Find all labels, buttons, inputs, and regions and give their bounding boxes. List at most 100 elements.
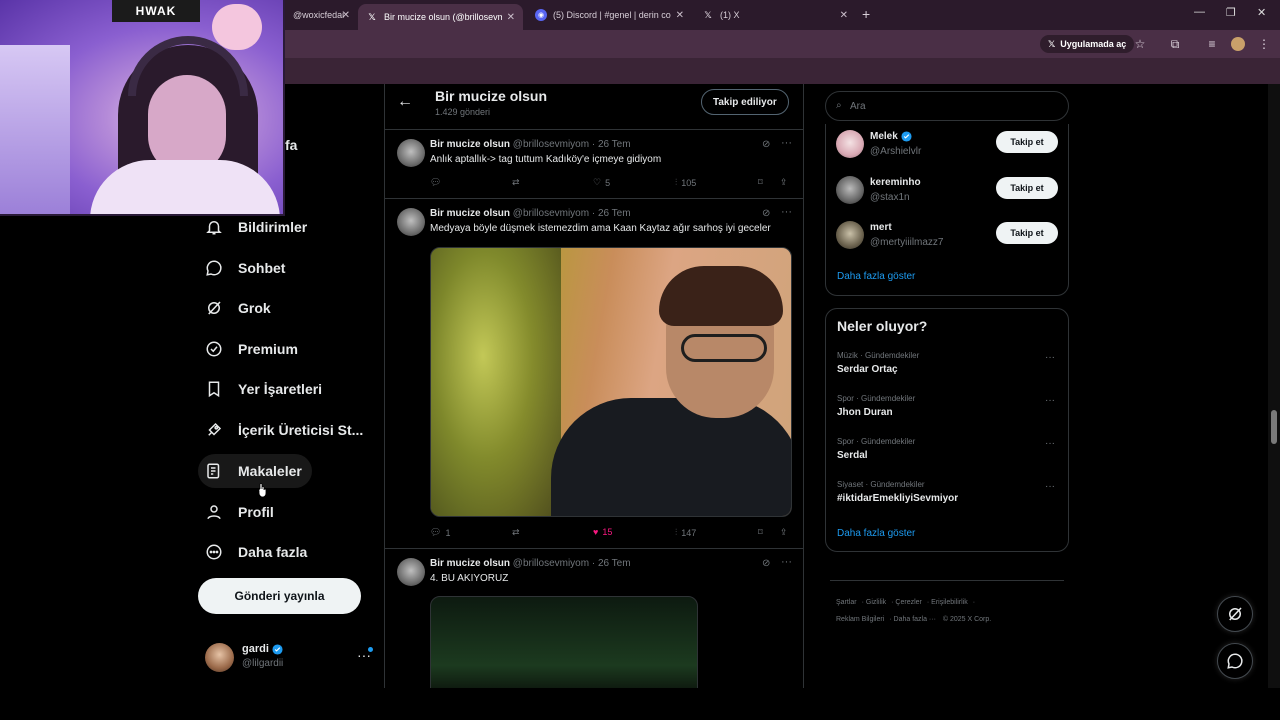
page-scrollbar[interactable] bbox=[1268, 84, 1280, 688]
footer-link[interactable]: Şartlar bbox=[836, 599, 857, 606]
trend-item[interactable]: Spor · Gündemdekiler Jhon Duran ··· bbox=[837, 394, 1059, 424]
footer-link[interactable]: Erişilebilirlik bbox=[931, 599, 968, 606]
x-logo-icon: 𝕏 bbox=[1048, 38, 1056, 49]
follow-suggestion[interactable]: kereminho @stax1n Takip et bbox=[836, 174, 1060, 210]
bookmark-button[interactable]: ⌑ bbox=[758, 527, 763, 538]
new-tab-icon[interactable]: + bbox=[862, 6, 870, 22]
tab-discord[interactable]: ◉ (5) Discord | #genel | derin comm ✕ bbox=[527, 4, 692, 26]
more-icon[interactable]: ··· bbox=[1045, 395, 1055, 406]
media-icon[interactable]: ≡ bbox=[1204, 36, 1220, 52]
share-button[interactable]: ⇪ bbox=[780, 527, 788, 538]
tab-x[interactable]: 𝕏 (1) X ✕ bbox=[694, 4, 856, 26]
follow-button[interactable]: Takip et bbox=[996, 177, 1058, 199]
footer-link[interactable]: Çerezler bbox=[895, 599, 921, 606]
trend-category: Müzik · Gündemdekiler bbox=[837, 351, 920, 360]
retweet-button[interactable]: ⇄ bbox=[512, 177, 524, 188]
nav-item-profile[interactable]: Profil bbox=[198, 495, 284, 529]
open-in-app-button[interactable]: 𝕏 Uygulamada aç bbox=[1040, 35, 1135, 53]
suggestion-handle: @mertyiiilmazz7 bbox=[870, 237, 944, 248]
tab-bir-mucize-olsun[interactable]: 𝕏 Bir mucize olsun (@brillosevmiyom ✕ bbox=[358, 4, 523, 30]
avatar[interactable] bbox=[836, 130, 864, 158]
tweet-photo[interactable] bbox=[430, 247, 792, 517]
grok-icon[interactable]: ⊘ bbox=[762, 558, 770, 569]
avatar[interactable] bbox=[397, 139, 425, 167]
avatar[interactable] bbox=[836, 176, 864, 204]
nav-item-grok[interactable]: Grok bbox=[198, 291, 281, 325]
nav-item-chat[interactable]: Sohbet bbox=[198, 251, 295, 285]
grok-icon[interactable]: ⊘ bbox=[762, 208, 770, 219]
follow-button[interactable]: Takip et bbox=[996, 222, 1058, 244]
views-button[interactable]: ⫶ 147 bbox=[675, 527, 696, 538]
close-icon[interactable]: ✕ bbox=[342, 10, 350, 21]
close-icon[interactable]: ✕ bbox=[676, 10, 684, 21]
tweet[interactable]: Bir mucize olsun @brillosevmiyom · 26 Te… bbox=[385, 200, 803, 549]
more-icon[interactable]: ··· bbox=[781, 206, 792, 218]
following-button[interactable]: Takip ediliyor bbox=[701, 89, 789, 115]
like-button[interactable]: ♡ 5 bbox=[593, 177, 610, 188]
more-icon[interactable]: ··· bbox=[1045, 481, 1055, 492]
post-button[interactable]: Gönderi yayınla bbox=[198, 578, 361, 614]
messages-fab-button[interactable] bbox=[1217, 643, 1253, 679]
avatar[interactable] bbox=[397, 208, 425, 236]
more-icon[interactable]: ··· bbox=[781, 137, 792, 149]
account-switcher[interactable]: gardi @lilgardii ··· bbox=[205, 641, 377, 677]
like-button[interactable]: ♥ 15 bbox=[593, 527, 612, 537]
maximize-icon[interactable]: ❐ bbox=[1226, 6, 1236, 19]
follow-suggestion[interactable]: mert @mertyiiilmazz7 Takip et bbox=[836, 219, 1060, 255]
star-icon[interactable]: ☆ bbox=[1132, 36, 1148, 52]
extensions-icon[interactable]: ⧉ bbox=[1167, 36, 1183, 52]
nav-partial-label[interactable]: fa bbox=[285, 137, 297, 153]
menu-icon[interactable]: ⋮ bbox=[1256, 36, 1272, 52]
bookmark-button[interactable]: ⌑ bbox=[758, 177, 763, 188]
tweet-meta: Bir mucize olsun @brillosevmiyom · 26 Te… bbox=[430, 558, 631, 569]
close-window-icon[interactable]: ✕ bbox=[1257, 6, 1266, 19]
close-icon[interactable]: ✕ bbox=[840, 10, 848, 21]
like-count: 5 bbox=[605, 177, 611, 188]
minimize-icon[interactable]: — bbox=[1194, 6, 1205, 18]
tab-woxicfedai[interactable]: @woxicfedai ✕ bbox=[285, 4, 358, 26]
reply-button[interactable]: 💬︎ bbox=[430, 177, 445, 188]
reply-button[interactable]: 💬︎ 1 bbox=[430, 527, 450, 538]
back-arrow-icon[interactable]: ← bbox=[397, 93, 413, 111]
footer-link[interactable]: Daha fazla ··· bbox=[894, 616, 936, 623]
trend-item[interactable]: Spor · Gündemdekiler Serdal ··· bbox=[837, 437, 1059, 467]
retweet-button[interactable]: ⇄ bbox=[512, 527, 524, 538]
search-input[interactable]: ⌕ Ara bbox=[825, 91, 1069, 121]
scrollbar-thumb[interactable] bbox=[1271, 410, 1277, 444]
trend-item[interactable]: Müzik · Gündemdekiler Serdar Ortaç ··· bbox=[837, 351, 1059, 381]
avatar[interactable] bbox=[836, 221, 864, 249]
avatar[interactable] bbox=[397, 558, 425, 586]
more-icon[interactable]: ··· bbox=[1045, 352, 1055, 363]
tweet-author[interactable]: Bir mucize olsun bbox=[430, 208, 510, 219]
follow-button[interactable]: Takip et bbox=[996, 131, 1058, 153]
nav-item-premium[interactable]: Premium bbox=[198, 332, 308, 366]
nav-label: Grok bbox=[238, 300, 271, 316]
nav-item-more[interactable]: Daha fazla bbox=[198, 535, 317, 569]
nav-item-articles[interactable]: Makaleler bbox=[198, 454, 312, 488]
grok-icon[interactable]: ⊘ bbox=[762, 139, 770, 150]
tweet[interactable]: Bir mucize olsun @brillosevmiyom · 26 Te… bbox=[385, 131, 803, 199]
views-button[interactable]: ⫶ 105 bbox=[675, 177, 696, 188]
share-button[interactable]: ⇪ bbox=[780, 177, 788, 188]
heart-filled-icon: ♥ bbox=[593, 527, 599, 537]
follow-suggestion[interactable]: Melek @Arshielvlr Takip et bbox=[836, 128, 1060, 164]
grok-icon bbox=[1229, 607, 1242, 621]
tweet[interactable]: Bir mucize olsun @brillosevmiyom · 26 Te… bbox=[385, 550, 803, 688]
show-more-link[interactable]: Daha fazla göster bbox=[837, 271, 915, 282]
nav-item-creator-studio[interactable]: İçerik Üreticisi St... bbox=[198, 413, 373, 447]
footer-link[interactable]: Reklam Bilgileri bbox=[836, 616, 884, 623]
tweet-author[interactable]: Bir mucize olsun bbox=[430, 558, 510, 569]
more-icon[interactable]: ··· bbox=[781, 556, 792, 568]
footer-link[interactable]: Gizlilik bbox=[866, 599, 886, 606]
grok-fab-button[interactable] bbox=[1217, 596, 1253, 632]
trend-name: Serdal bbox=[837, 450, 868, 461]
profile-avatar[interactable] bbox=[1230, 36, 1246, 52]
nav-item-bookmarks[interactable]: Yer İşaretleri bbox=[198, 372, 332, 406]
close-icon[interactable]: ✕ bbox=[507, 12, 515, 23]
show-more-link[interactable]: Daha fazla göster bbox=[837, 528, 915, 539]
tweet-author[interactable]: Bir mucize olsun bbox=[430, 139, 510, 150]
tweet-video[interactable] bbox=[430, 596, 698, 688]
more-icon[interactable]: ··· bbox=[1045, 438, 1055, 449]
avatar bbox=[205, 643, 234, 672]
trend-item[interactable]: Siyaset · Gündemdekiler #iktidarEmekliyi… bbox=[837, 480, 1059, 510]
